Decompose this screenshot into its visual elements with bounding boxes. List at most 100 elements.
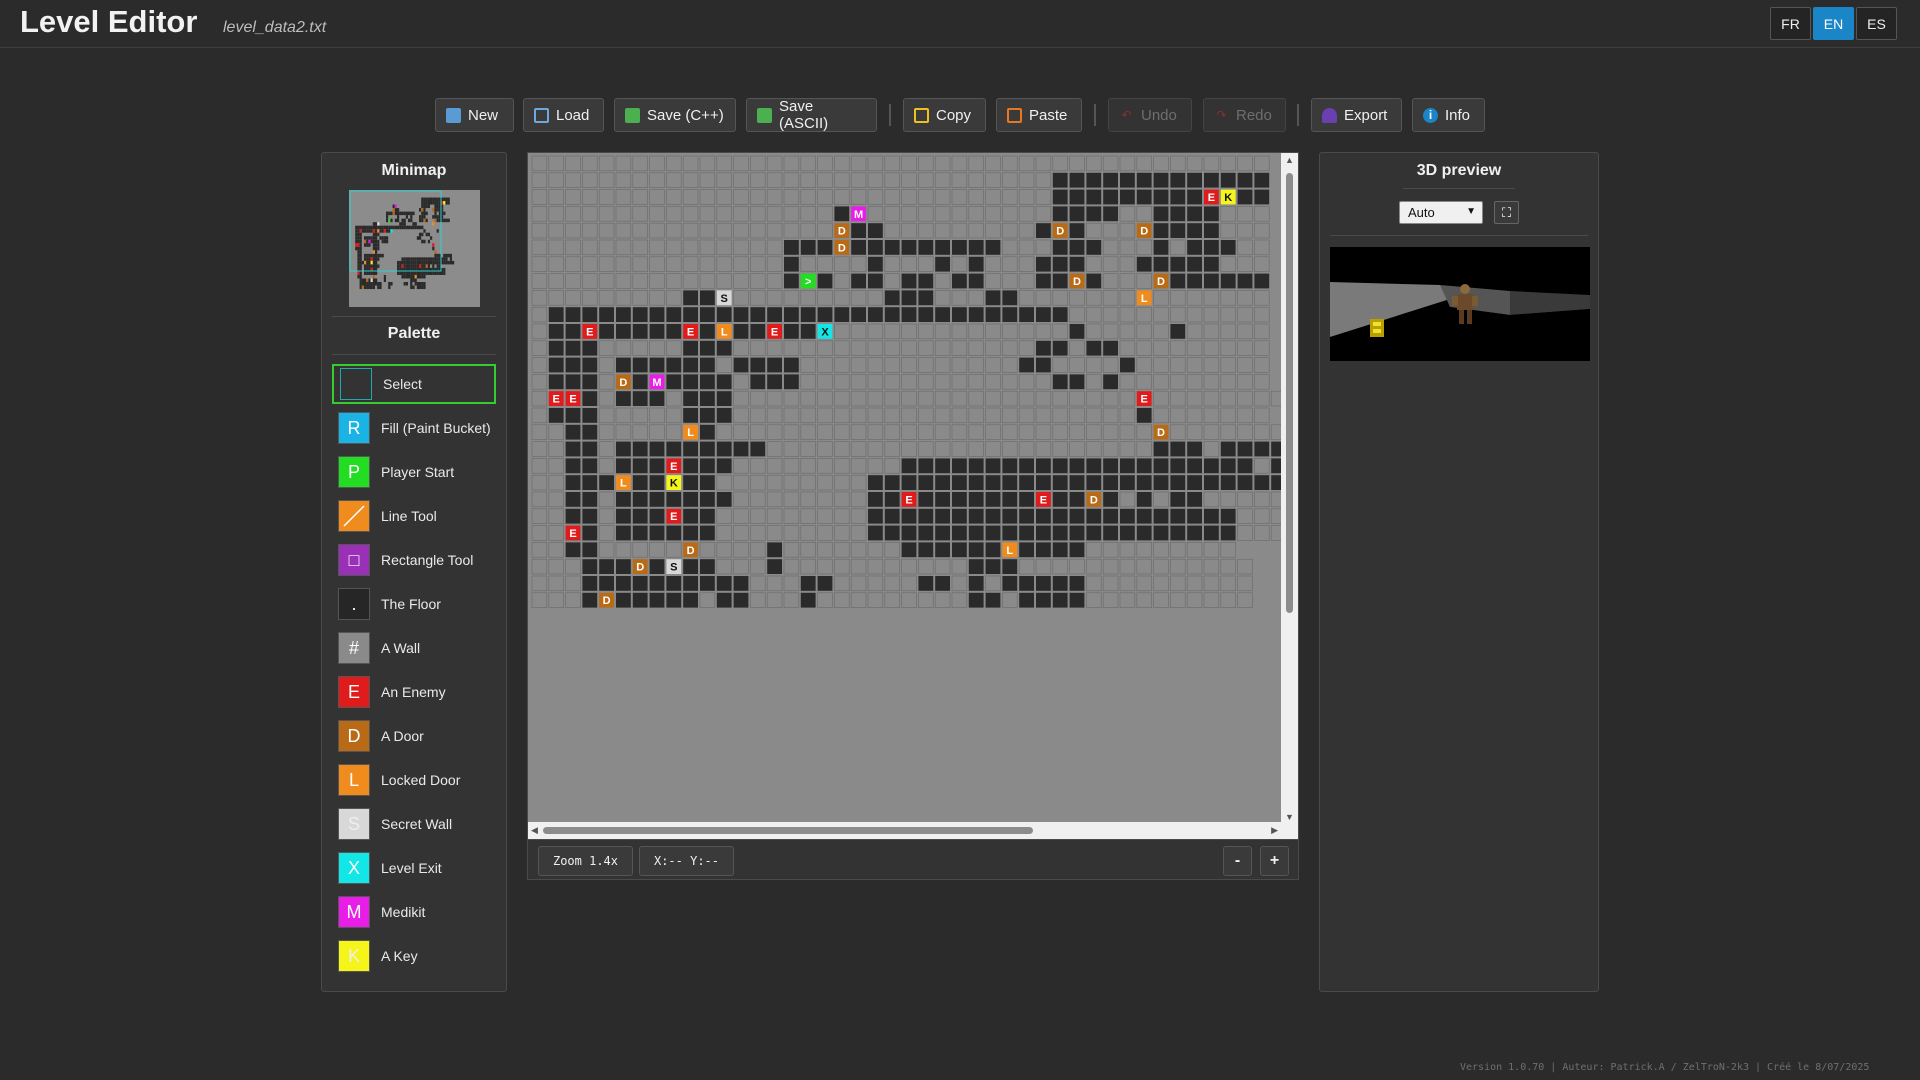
map-cell-floor[interactable] [683, 408, 698, 423]
map-cell-wall[interactable] [834, 407, 850, 424]
map-cell-floor[interactable] [649, 576, 665, 591]
map-cell-wall[interactable] [968, 290, 984, 306]
map-cell-wall[interactable] [918, 189, 934, 205]
map-cell-wall[interactable] [918, 357, 934, 373]
map-cell-wall[interactable] [850, 525, 867, 541]
map-cell-floor[interactable] [1069, 324, 1085, 339]
map-cell-floor[interactable] [918, 458, 934, 474]
map-cell-wall[interactable] [649, 407, 665, 424]
map-cell-wall[interactable] [1018, 172, 1035, 188]
map-cell-wall[interactable] [733, 525, 749, 541]
map-cell-wall[interactable] [834, 558, 850, 575]
map-cell-wall[interactable] [716, 222, 732, 239]
map-cell-wall[interactable] [968, 172, 984, 188]
map-cell-wall[interactable] [1086, 558, 1102, 575]
map-cell-wall[interactable] [582, 222, 598, 239]
map-cell-floor[interactable] [1120, 525, 1135, 541]
map-cell-floor[interactable] [968, 592, 984, 608]
map-cell-wall[interactable] [548, 239, 564, 256]
map-cell-floor[interactable] [1086, 273, 1102, 289]
map-cell-wall[interactable] [582, 239, 598, 256]
map-cell-wall[interactable] [565, 575, 581, 592]
map-cell-wall[interactable] [766, 458, 783, 474]
map-cell-wall[interactable] [1220, 374, 1236, 390]
map-cell-floor[interactable] [901, 240, 917, 255]
map-cell-wall[interactable] [850, 256, 867, 272]
map-cell-floor[interactable] [1254, 189, 1270, 205]
map-cell-wall[interactable] [918, 592, 934, 608]
map-cell-wall[interactable] [901, 441, 917, 457]
map-cell-wall[interactable] [548, 206, 564, 222]
map-cell-floor[interactable] [733, 324, 749, 339]
map-cell-floor[interactable] [784, 357, 799, 373]
map-cell-floor[interactable] [649, 307, 665, 322]
map-cell-wall[interactable] [834, 155, 850, 172]
map-cell-wall[interactable] [1086, 575, 1102, 592]
map-cell-wall[interactable] [834, 542, 850, 558]
map-cell-wall[interactable] [834, 525, 850, 541]
map-cell-floor[interactable] [1086, 206, 1102, 222]
map-cell-wall[interactable] [716, 273, 732, 289]
map-cell-floor[interactable] [565, 374, 581, 390]
map-cell-wall[interactable] [1086, 424, 1102, 440]
map-cell-wall[interactable] [531, 189, 548, 205]
map-cell-wall[interactable] [1119, 340, 1136, 356]
map-cell-wall[interactable] [884, 340, 900, 356]
map-cell-wall[interactable] [548, 474, 564, 491]
map-cell-wall[interactable] [817, 172, 833, 188]
map-cell-wall[interactable] [901, 374, 917, 390]
map-cell-wall[interactable] [968, 222, 984, 239]
map-cell-floor[interactable] [1036, 223, 1051, 238]
map-cell-wall[interactable] [766, 340, 783, 356]
map-cell-wall[interactable] [800, 407, 816, 424]
map-cell-wall[interactable] [716, 256, 732, 272]
map-cell-wall[interactable] [1035, 290, 1052, 306]
map-cell-floor[interactable] [1254, 172, 1270, 188]
map-cell-floor[interactable] [1170, 273, 1186, 289]
map-cell-wall[interactable] [1220, 222, 1236, 239]
map-cell-wall[interactable] [1203, 390, 1220, 407]
map-cell-floor[interactable] [716, 441, 732, 457]
map-cell-floor[interactable] [1019, 492, 1034, 507]
map-cell-floor[interactable] [649, 508, 665, 524]
map-cell-floor[interactable] [1187, 273, 1202, 289]
map-cell-wall[interactable] [750, 474, 766, 491]
map-cell-floor[interactable] [632, 458, 648, 474]
map-cell-floor[interactable] [632, 592, 648, 608]
map-cell-floor[interactable] [1187, 172, 1202, 188]
map-cell-wall[interactable] [1018, 206, 1035, 222]
map-cell-floor[interactable] [968, 576, 984, 591]
map-cell-wall[interactable] [1153, 323, 1169, 340]
map-cell-floor[interactable] [649, 391, 665, 406]
map-cell-wall[interactable] [800, 189, 816, 205]
map-cell-wall[interactable] [615, 222, 632, 239]
map-cell-wall[interactable] [1220, 424, 1236, 440]
map-cell-floor[interactable] [700, 559, 715, 574]
map-cell-floor[interactable] [800, 576, 816, 591]
scroll-left-icon[interactable]: ◀ [531, 825, 538, 836]
palette-item-an-enemy[interactable]: E An Enemy [332, 672, 496, 712]
map-cell-wall[interactable] [615, 206, 632, 222]
map-cell-floor[interactable] [632, 357, 648, 373]
map-cell-floor[interactable] [1036, 525, 1051, 541]
map-cell-wall[interactable] [1002, 323, 1018, 340]
map-cell-wall[interactable] [531, 256, 548, 272]
map-cell-wall[interactable] [666, 542, 682, 558]
map-cell-floor[interactable] [683, 340, 698, 356]
map-cell-floor[interactable] [935, 475, 950, 490]
map-cell-wall[interactable] [699, 273, 716, 289]
map-cell-floor[interactable] [1187, 525, 1202, 541]
map-cell-floor[interactable] [1120, 475, 1135, 490]
map-cell-floor[interactable] [582, 357, 598, 373]
map-cell-floor[interactable] [1103, 172, 1118, 188]
map-cell-floor[interactable] [582, 424, 598, 440]
map-cell-wall[interactable] [901, 323, 917, 340]
map-cell-wall[interactable] [1254, 290, 1270, 306]
map-cell-floor[interactable] [582, 458, 598, 474]
map-cell-floor[interactable] [968, 458, 984, 474]
map-cell-floor[interactable] [683, 374, 698, 390]
map-cell-wall[interactable] [985, 323, 1001, 340]
map-cell-wall[interactable] [951, 290, 968, 306]
map-cell-floor[interactable] [851, 223, 866, 238]
map-cell-floor[interactable] [1052, 458, 1068, 474]
